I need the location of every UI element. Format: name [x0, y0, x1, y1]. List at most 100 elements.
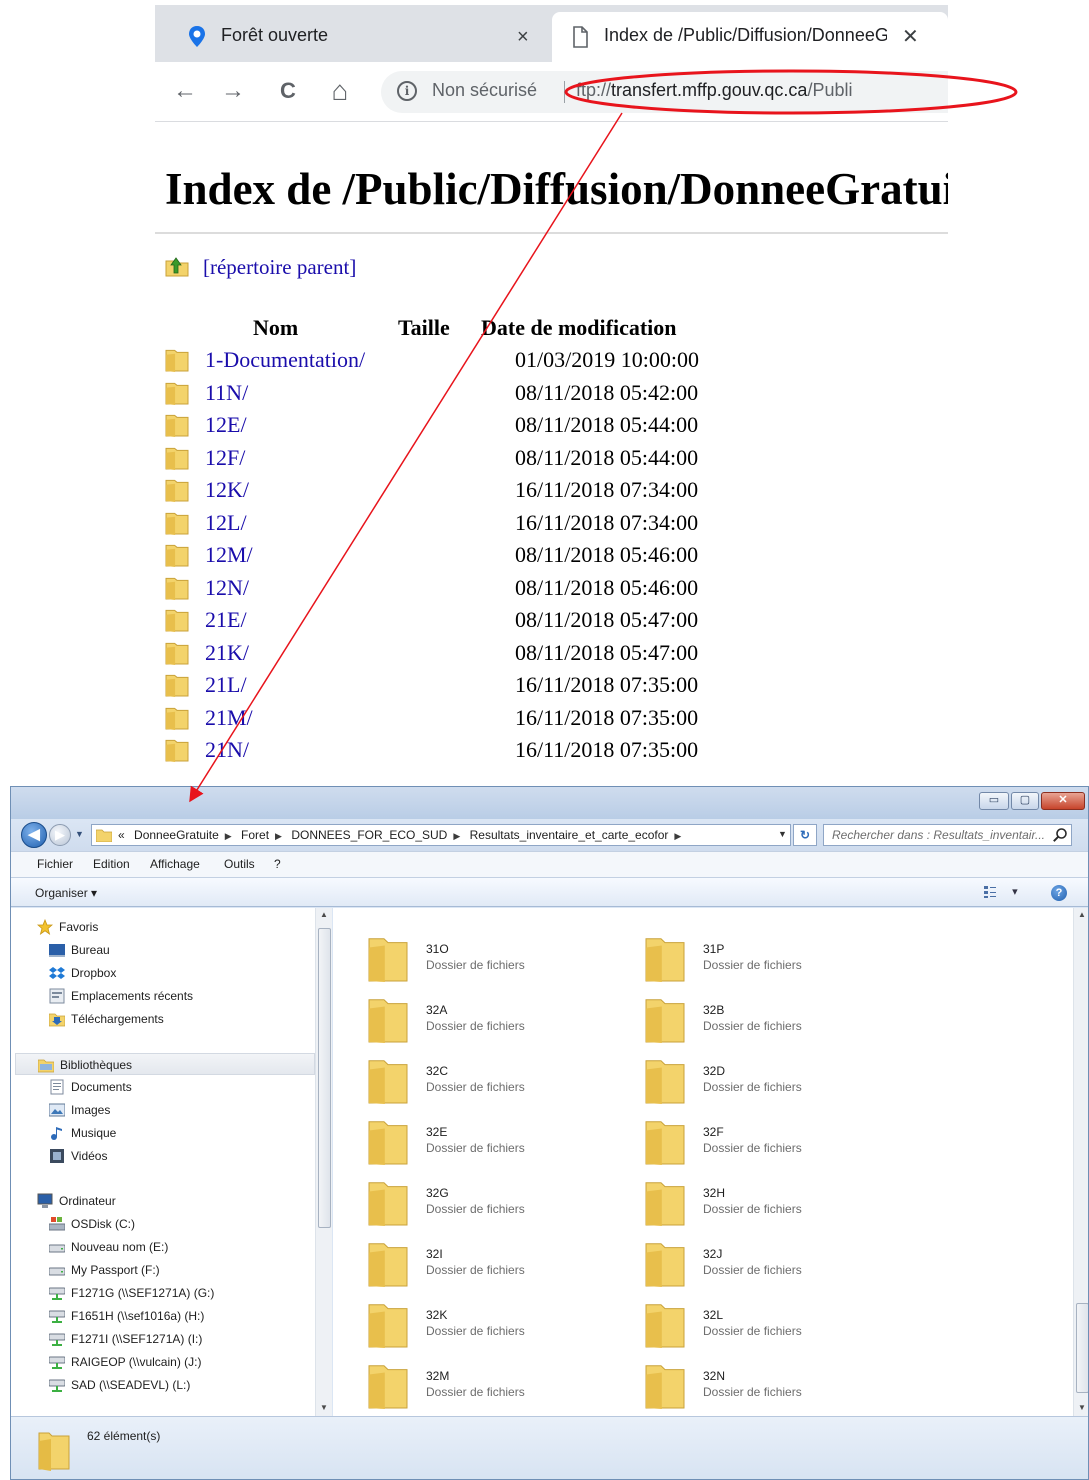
- recent-pages-dropdown[interactable]: ▼: [75, 829, 84, 839]
- home-button[interactable]: ⌂: [325, 76, 355, 106]
- forward-button[interactable]: →: [218, 76, 248, 106]
- address-bar[interactable]: i Non sécurisé ftp://transfert.mffp.gouv…: [381, 71, 948, 113]
- nav-item-recent-places[interactable]: Emplacements récents: [11, 985, 311, 1007]
- reload-button[interactable]: C: [273, 76, 303, 106]
- nav-favorites[interactable]: Favoris: [11, 916, 311, 938]
- minimize-button[interactable]: ▭: [979, 792, 1009, 810]
- folder-tile[interactable]: 32A Dossier de fichiers: [368, 995, 638, 1050]
- address-history-dropdown[interactable]: ▼: [778, 829, 787, 839]
- file-link[interactable]: 12L/: [205, 510, 247, 536]
- folder-tile[interactable]: 32N Dossier de fichiers: [645, 1361, 915, 1416]
- file-link[interactable]: 12E/: [205, 412, 247, 438]
- breadcrumb-separator-icon[interactable]: ▶: [275, 831, 282, 841]
- close-tab-icon[interactable]: ✕: [902, 25, 919, 49]
- file-link[interactable]: 21E/: [205, 607, 247, 633]
- nav-item-drive[interactable]: RAIGEOP (\\vulcain) (J:): [11, 1351, 311, 1373]
- omnibox-divider: [564, 81, 565, 103]
- folder-tile[interactable]: 31O Dossier de fichiers: [368, 934, 638, 989]
- nav-item-drive[interactable]: My Passport (F:): [11, 1259, 311, 1281]
- content-scrollbar[interactable]: ▲ ▼: [1073, 908, 1088, 1416]
- file-link[interactable]: 1-Documentation/: [205, 347, 365, 373]
- tab-index[interactable]: Index de /Public/Diffusion/DonneeGratuit…: [552, 12, 948, 62]
- breadcrumb[interactable]: « DonneeGratuite ▶ Foret ▶ DONNEES_FOR_ECO…: [91, 824, 791, 846]
- nav-item-drive[interactable]: F1271I (\\SEF1271A) (I:): [11, 1328, 311, 1350]
- forward-button[interactable]: ▶: [49, 824, 71, 846]
- breadcrumb-item[interactable]: DonneeGratuite: [134, 828, 219, 842]
- breadcrumb-item[interactable]: DONNEES_FOR_ECO_SUD: [291, 828, 447, 842]
- url-text[interactable]: ftp://transfert.mffp.gouv.qc.ca/Publi: [576, 80, 852, 101]
- parent-directory-link[interactable]: [répertoire parent]: [203, 255, 356, 280]
- menu-affichage[interactable]: Affichage: [150, 857, 200, 871]
- breadcrumb-overflow[interactable]: «: [118, 828, 125, 842]
- scroll-down-icon[interactable]: ▼: [320, 1403, 328, 1412]
- folder-tile[interactable]: 32M Dossier de fichiers: [368, 1361, 638, 1416]
- folder-tile[interactable]: 32H Dossier de fichiers: [645, 1178, 915, 1233]
- menu-help[interactable]: ?: [274, 857, 281, 871]
- nav-item-drive[interactable]: OSDisk (C:): [11, 1213, 311, 1235]
- file-link[interactable]: 21L/: [205, 672, 247, 698]
- nav-item-dropbox[interactable]: Dropbox: [11, 962, 311, 984]
- folder-tile[interactable]: 32G Dossier de fichiers: [368, 1178, 638, 1233]
- close-window-button[interactable]: ✕: [1041, 792, 1085, 810]
- folder-tile[interactable]: 31P Dossier de fichiers: [645, 934, 915, 989]
- file-link[interactable]: 12N/: [205, 575, 249, 601]
- file-link[interactable]: 12F/: [205, 445, 245, 471]
- nav-item-drive[interactable]: F1651H (\\sef1016a) (H:): [11, 1305, 311, 1327]
- scroll-up-icon[interactable]: ▲: [320, 910, 328, 919]
- scrollbar-thumb[interactable]: [1076, 1303, 1088, 1393]
- documents-icon: [50, 1079, 64, 1095]
- nav-item-music[interactable]: Musique: [11, 1122, 311, 1144]
- scroll-down-icon[interactable]: ▼: [1078, 1403, 1086, 1412]
- nav-item-images[interactable]: Images: [11, 1099, 311, 1121]
- file-link[interactable]: 12M/: [205, 542, 253, 568]
- scrollbar-thumb[interactable]: [318, 928, 331, 1228]
- back-button[interactable]: ←: [170, 76, 200, 106]
- folder-tile[interactable]: 32B Dossier de fichiers: [645, 995, 915, 1050]
- maximize-button[interactable]: ▢: [1011, 792, 1039, 810]
- file-row: 1-Documentation/01/03/2019 10:00:00: [165, 345, 865, 377]
- file-link[interactable]: 12K/: [205, 477, 249, 503]
- search-input[interactable]: Rechercher dans : Resultats_inventair...: [823, 824, 1072, 846]
- folder-tile[interactable]: 32F Dossier de fichiers: [645, 1117, 915, 1172]
- nav-item-videos[interactable]: Vidéos: [11, 1145, 311, 1167]
- folder-tile[interactable]: 32C Dossier de fichiers: [368, 1056, 638, 1111]
- folder-tile[interactable]: 32E Dossier de fichiers: [368, 1117, 638, 1172]
- scroll-up-icon[interactable]: ▲: [1078, 910, 1086, 919]
- nav-item-drive[interactable]: SAD (\\SEADEVL) (L:): [11, 1374, 311, 1396]
- refresh-button[interactable]: ↻: [793, 824, 817, 846]
- menu-outils[interactable]: Outils: [224, 857, 255, 871]
- breadcrumb-item[interactable]: Resultats_inventaire_et_carte_ecofor: [470, 828, 669, 842]
- nav-item-drive[interactable]: F1271G (\\SEF1271A) (G:): [11, 1282, 311, 1304]
- menu-fichier[interactable]: Fichier: [37, 857, 73, 871]
- nav-item-downloads[interactable]: Téléchargements: [11, 1008, 311, 1030]
- file-link[interactable]: 21N/: [205, 737, 249, 763]
- info-icon[interactable]: i: [397, 81, 417, 101]
- file-link[interactable]: 11N/: [205, 380, 248, 406]
- breadcrumb-separator-icon[interactable]: ▶: [225, 831, 232, 841]
- file-link[interactable]: 21M/: [205, 705, 253, 731]
- breadcrumb-item[interactable]: Foret: [241, 828, 269, 842]
- nav-item-drive[interactable]: Nouveau nom (E:): [11, 1236, 311, 1258]
- change-view-button[interactable]: ▾: [983, 885, 1023, 901]
- security-indicator[interactable]: Non sécurisé: [432, 80, 537, 101]
- nav-computer[interactable]: Ordinateur: [11, 1190, 311, 1212]
- search-icon[interactable]: [1052, 827, 1068, 843]
- folder-tile[interactable]: 32L Dossier de fichiers: [645, 1300, 915, 1355]
- close-tab-icon[interactable]: ×: [517, 25, 529, 49]
- folder-tile[interactable]: 32K Dossier de fichiers: [368, 1300, 638, 1355]
- breadcrumb-separator-icon[interactable]: ▶: [453, 831, 460, 841]
- folder-tile[interactable]: 32J Dossier de fichiers: [645, 1239, 915, 1294]
- folder-tile[interactable]: 32I Dossier de fichiers: [368, 1239, 638, 1294]
- navigation-pane-scrollbar[interactable]: ▲ ▼: [315, 908, 332, 1416]
- file-link[interactable]: 21K/: [205, 640, 249, 666]
- tab-foret-ouverte[interactable]: Forêt ouverte ×: [155, 12, 550, 62]
- nav-item-documents[interactable]: Documents: [11, 1076, 311, 1098]
- help-button[interactable]: ?: [1051, 885, 1067, 901]
- back-button[interactable]: ◀: [21, 822, 47, 848]
- folder-tile[interactable]: 32D Dossier de fichiers: [645, 1056, 915, 1111]
- menu-edition[interactable]: Edition: [93, 857, 130, 871]
- nav-libraries[interactable]: Bibliothèques: [15, 1053, 315, 1075]
- nav-item-bureau[interactable]: Bureau: [11, 939, 311, 961]
- organize-button[interactable]: Organiser ▾: [35, 886, 97, 900]
- breadcrumb-separator-icon[interactable]: ▶: [674, 831, 681, 841]
